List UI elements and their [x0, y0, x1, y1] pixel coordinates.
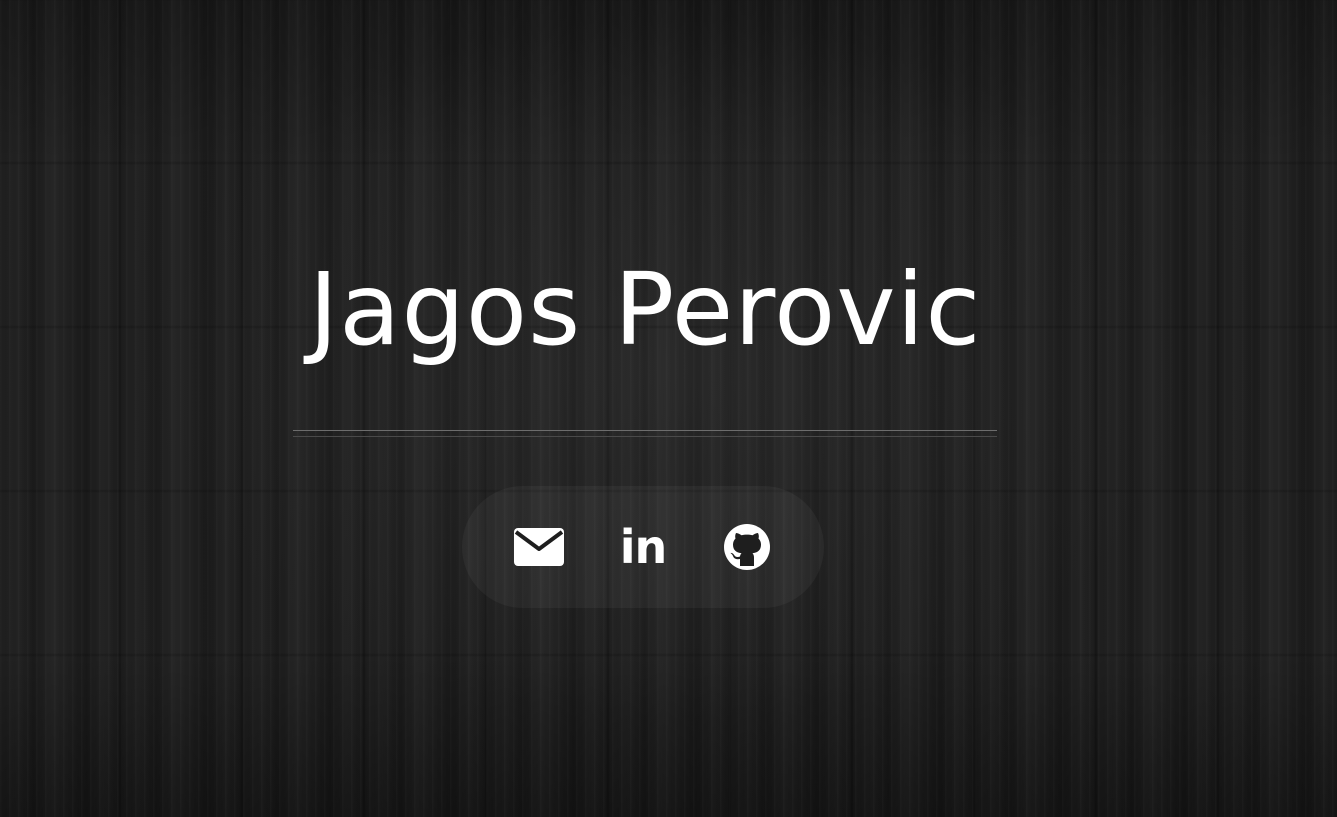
- page: { "header": { "name": "Jagos Perovic" },…: [0, 0, 1337, 817]
- page-title: Jagos Perovic: [308, 251, 982, 368]
- envelope-icon: [514, 528, 564, 566]
- linkedin-link[interactable]: in: [618, 522, 668, 572]
- github-icon: [723, 523, 771, 571]
- title-divider: [293, 430, 997, 437]
- github-link[interactable]: [722, 522, 772, 572]
- email-link[interactable]: [514, 522, 564, 572]
- hero: Jagos Perovic in: [293, 250, 997, 608]
- social-links: in: [462, 486, 824, 608]
- linkedin-icon: in: [619, 520, 668, 574]
